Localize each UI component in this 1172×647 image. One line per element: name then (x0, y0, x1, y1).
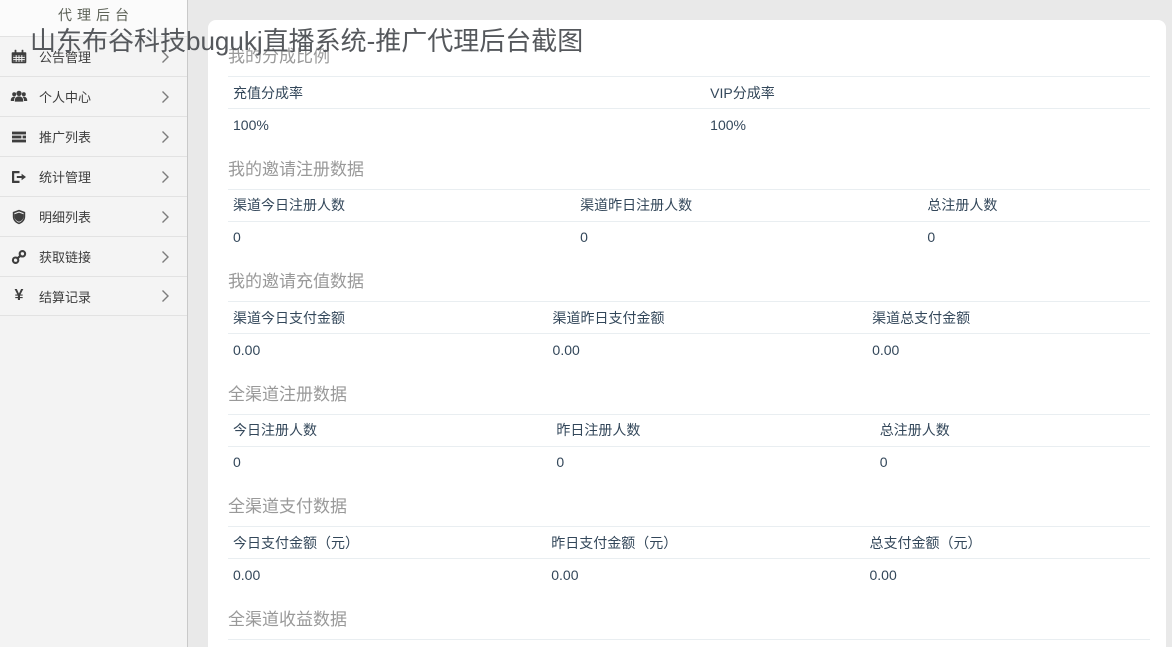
section-title: 我的分成比例 (228, 48, 1150, 66)
table-cell: 0.00 (546, 559, 864, 591)
sidebar-item-detail-list[interactable]: 明细列表 (0, 196, 187, 236)
section-title: 全渠道收益数据 (228, 611, 1150, 629)
column-header: 昨日收益金额（元） (546, 639, 864, 647)
sign-out-icon (8, 169, 30, 185)
section-all-channel-register: 全渠道注册数据 今日注册人数 昨日注册人数 总注册人数 0 0 0 (228, 386, 1150, 479)
sidebar-item-label: 公告管理 (39, 47, 161, 66)
all-pay-table: 今日支付金额（元） 昨日支付金额（元） 总支付金额（元） 0.00 0.00 0… (228, 526, 1150, 591)
sidebar-item-label: 结算记录 (39, 287, 161, 306)
chevron-right-icon (161, 49, 175, 65)
link-icon (8, 249, 30, 265)
table-cell: 0 (228, 446, 551, 478)
sidebar-item-label: 获取链接 (39, 247, 161, 266)
chevron-right-icon (161, 249, 175, 265)
column-header: 渠道总支付金额 (867, 302, 1150, 334)
invite-register-table: 渠道今日注册人数 渠道昨日注册人数 总注册人数 0 0 0 (228, 189, 1150, 254)
invite-recharge-table: 渠道今日支付金额 渠道昨日支付金额 渠道总支付金额 0.00 0.00 0.00 (228, 301, 1150, 366)
column-header: 昨日支付金额（元） (546, 527, 864, 559)
sidebar-item-settlement[interactable]: ¥ 结算记录 (0, 276, 187, 316)
section-all-channel-pay: 全渠道支付数据 今日支付金额（元） 昨日支付金额（元） 总支付金额（元） 0.0… (228, 498, 1150, 591)
table-cell: 0 (922, 221, 1150, 253)
sidebar: 代理后台 公告管理 (0, 0, 188, 647)
section-title: 我的邀请注册数据 (228, 161, 1150, 179)
column-header: 渠道今日注册人数 (228, 189, 575, 221)
column-header: 渠道昨日支付金额 (548, 302, 868, 334)
sidebar-item-promotion-list[interactable]: 推广列表 (0, 116, 187, 156)
table-cell: 0 (228, 221, 575, 253)
sidebar-menu: 公告管理 个人中心 (0, 36, 187, 316)
column-header: 总注册人数 (875, 414, 1150, 446)
table-cell: 0.00 (867, 334, 1150, 366)
shield-icon (8, 209, 30, 225)
sidebar-item-label: 推广列表 (39, 127, 161, 146)
table-row: 0 0 0 (228, 221, 1150, 253)
table-cell: 100% (228, 109, 705, 141)
table-row: 0.00 0.00 0.00 (228, 334, 1150, 366)
column-header: 充值分成率 (228, 77, 705, 109)
table-cell: 0 (875, 446, 1150, 478)
section-title: 全渠道支付数据 (228, 498, 1150, 516)
table-cell: 0.00 (548, 334, 868, 366)
all-register-table: 今日注册人数 昨日注册人数 总注册人数 0 0 0 (228, 414, 1150, 479)
table-row: 100% 100% (228, 109, 1150, 141)
sidebar-item-profile[interactable]: 个人中心 (0, 76, 187, 116)
section-title: 全渠道注册数据 (228, 386, 1150, 404)
table-cell: 0.00 (228, 559, 546, 591)
column-header: 昨日注册人数 (551, 414, 874, 446)
chevron-right-icon (161, 129, 175, 145)
column-header: VIP分成率 (705, 77, 1150, 109)
users-icon (8, 89, 30, 105)
section-all-channel-income: 全渠道收益数据 今日收益金额（元） 昨日收益金额（元） 总收益金额（元） (228, 611, 1150, 647)
table-row: 0 0 0 (228, 446, 1150, 478)
yuan-icon: ¥ (8, 288, 30, 304)
sidebar-item-label: 个人中心 (39, 87, 161, 106)
column-header: 总收益金额（元） (865, 639, 1151, 647)
list-icon (8, 129, 30, 145)
table-cell: 0.00 (228, 334, 548, 366)
table-cell: 0 (551, 446, 874, 478)
all-income-table: 今日收益金额（元） 昨日收益金额（元） 总收益金额（元） (228, 639, 1150, 647)
column-header: 今日注册人数 (228, 414, 551, 446)
dashboard-card: 我的分成比例 充值分成率 VIP分成率 100% 100% 我的邀请注册数据 渠… (208, 20, 1166, 647)
chevron-right-icon (161, 169, 175, 185)
section-title: 我的邀请充值数据 (228, 273, 1150, 291)
section-my-invite-register: 我的邀请注册数据 渠道今日注册人数 渠道昨日注册人数 总注册人数 0 0 0 (228, 161, 1150, 254)
table-row: 0.00 0.00 0.00 (228, 559, 1150, 591)
chevron-right-icon (161, 209, 175, 225)
table-cell: 0 (575, 221, 922, 253)
share-ratio-table: 充值分成率 VIP分成率 100% 100% (228, 76, 1150, 141)
sidebar-item-get-link[interactable]: 获取链接 (0, 236, 187, 276)
section-share-ratio: 我的分成比例 充值分成率 VIP分成率 100% 100% (228, 48, 1150, 141)
column-header: 今日收益金额（元） (228, 639, 546, 647)
sidebar-item-announcements[interactable]: 公告管理 (0, 36, 187, 76)
sidebar-title: 代理后台 (0, 0, 187, 36)
column-header: 渠道今日支付金额 (228, 302, 548, 334)
calendar-icon (8, 49, 30, 65)
sidebar-item-statistics[interactable]: 统计管理 (0, 156, 187, 196)
chevron-right-icon (161, 288, 175, 304)
table-cell: 100% (705, 109, 1150, 141)
chevron-right-icon (161, 89, 175, 105)
sidebar-item-label: 统计管理 (39, 167, 161, 186)
table-cell: 0.00 (865, 559, 1151, 591)
column-header: 总支付金额（元） (865, 527, 1151, 559)
section-my-invite-recharge: 我的邀请充值数据 渠道今日支付金额 渠道昨日支付金额 渠道总支付金额 0.00 … (228, 273, 1150, 366)
sidebar-item-label: 明细列表 (39, 207, 161, 226)
column-header: 渠道昨日注册人数 (575, 189, 922, 221)
column-header: 今日支付金额（元） (228, 527, 546, 559)
column-header: 总注册人数 (922, 189, 1150, 221)
